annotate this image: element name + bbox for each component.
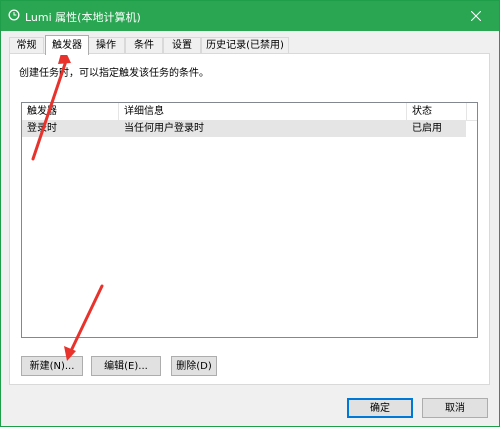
- cancel-button[interactable]: 取消: [422, 398, 488, 418]
- triggers-panel: 创建任务时，可以指定触发该任务的条件。 触发器 详细信息 状态 登录时 当任何用…: [9, 53, 490, 385]
- title-bar: Lumi 属性(本地计算机): [1, 1, 499, 31]
- tab-label: 操作: [96, 40, 116, 51]
- tab-label: 触发器: [52, 40, 82, 51]
- column-header-trigger[interactable]: 触发器: [22, 103, 119, 120]
- cell-status: 已启用: [412, 123, 442, 134]
- tab-label: 条件: [134, 40, 154, 51]
- close-button[interactable]: [453, 1, 499, 31]
- panel-description: 创建任务时，可以指定触发该任务的条件。: [19, 68, 209, 79]
- tab-general[interactable]: 常规: [9, 37, 44, 54]
- tab-label: 常规: [16, 40, 37, 51]
- cell-details: 当任何用户登录时: [124, 123, 204, 134]
- tab-label: 设置: [172, 40, 192, 51]
- cell-trigger: 登录时: [27, 123, 57, 134]
- delete-button[interactable]: 删除(D): [171, 356, 217, 376]
- tab-conditions[interactable]: 条件: [125, 37, 163, 54]
- edit-button[interactable]: 编辑(E)...: [91, 356, 161, 376]
- tab-triggers[interactable]: 触发器: [45, 35, 89, 55]
- tab-actions[interactable]: 操作: [87, 37, 125, 54]
- table-row[interactable]: 登录时 当任何用户登录时 已启用: [22, 121, 466, 137]
- column-header-status[interactable]: 状态: [407, 103, 467, 120]
- column-header-details[interactable]: 详细信息: [119, 103, 407, 120]
- list-header: 触发器 详细信息 状态: [22, 103, 477, 121]
- new-button[interactable]: 新建(N)...: [21, 356, 83, 376]
- window-title: Lumi 属性(本地计算机): [25, 11, 141, 24]
- clock-icon: [8, 9, 20, 21]
- tab-settings[interactable]: 设置: [163, 37, 201, 54]
- tab-history[interactable]: 历史记录(已禁用): [201, 37, 289, 54]
- close-icon: [471, 11, 481, 21]
- properties-dialog: Lumi 属性(本地计算机) 常规 触发器 操作 条件 设置 历史记录(已禁用)…: [0, 0, 500, 427]
- tab-label: 历史记录(已禁用): [206, 40, 284, 51]
- trigger-list[interactable]: 触发器 详细信息 状态 登录时 当任何用户登录时 已启用: [21, 102, 478, 338]
- ok-button[interactable]: 确定: [347, 398, 413, 418]
